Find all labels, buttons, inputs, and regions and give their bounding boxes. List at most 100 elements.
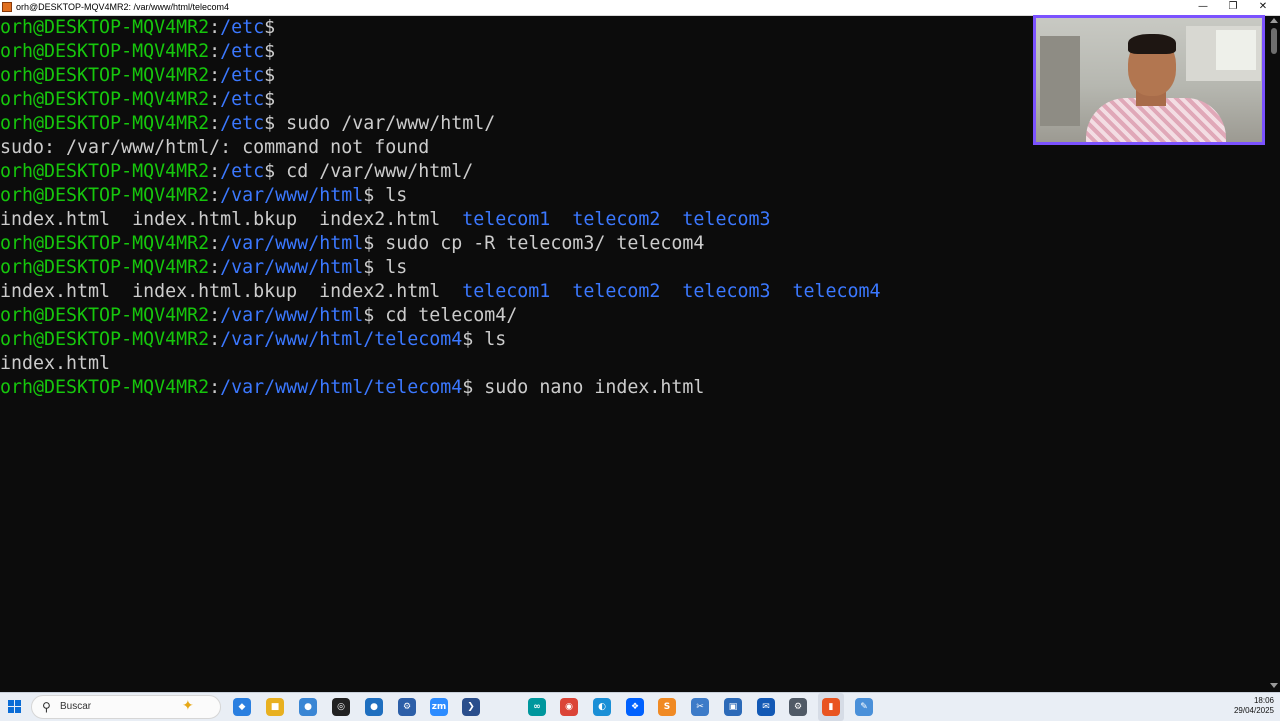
terminal-text: $ ls <box>363 185 408 206</box>
system-clock[interactable]: 18:06 29/04/2025 <box>1226 696 1274 716</box>
terminal-text: index.html index.html.bkup index2.html <box>0 209 463 230</box>
terminal-text: $ cd telecom4/ <box>363 305 518 326</box>
scrollbar-thumb[interactable] <box>1271 28 1277 54</box>
outlook-icon[interactable]: ✉ <box>757 698 775 716</box>
prompt-user-host: orh@DESKTOP-MQV4MR2 <box>0 305 210 326</box>
terminal-text: index.html index.html.bkup index2.html <box>0 281 463 302</box>
scroll-down-icon[interactable] <box>1270 683 1278 688</box>
taskbar-search[interactable]: ⚲ Buscar ✦ <box>31 695 221 719</box>
path-text: /var/www/html <box>220 257 364 278</box>
path-text: telecom3 <box>682 281 771 302</box>
webcam-overlay <box>1033 15 1265 145</box>
terminal-text: sudo: /var/www/html/: command not found <box>0 137 430 158</box>
path-text: /etc <box>220 113 265 134</box>
sublime-text-icon[interactable]: S <box>658 698 676 716</box>
path-text: /etc <box>220 65 265 86</box>
path-text: telecom3 <box>682 209 771 230</box>
terminal-text: $ <box>264 89 276 110</box>
terminal-line: orh@DESKTOP-MQV4MR2:/var/www/html$ ls <box>0 184 407 208</box>
path-text: telecom2 <box>572 281 661 302</box>
prompt-user-host: orh@DESKTOP-MQV4MR2 <box>0 41 210 62</box>
terminal-text: : <box>209 89 221 110</box>
prompt-user-host: orh@DESKTOP-MQV4MR2 <box>0 185 210 206</box>
terminal-line: orh@DESKTOP-MQV4MR2:/var/www/html$ ls <box>0 256 407 280</box>
prompt-user-host: orh@DESKTOP-MQV4MR2 <box>0 17 210 38</box>
prompt-user-host: orh@DESKTOP-MQV4MR2 <box>0 377 210 398</box>
terminal-scrollbar[interactable] <box>1268 16 1280 691</box>
snipping-tool-icon[interactable]: ✂ <box>691 698 709 716</box>
windows-start-icon[interactable] <box>8 700 22 714</box>
search-placeholder: Buscar <box>60 701 92 712</box>
vm-icon[interactable]: ▣ <box>724 698 742 716</box>
path-text: telecom1 <box>462 281 551 302</box>
prompt-user-host: orh@DESKTOP-MQV4MR2 <box>0 329 210 350</box>
terminal-text: $ <box>264 65 276 86</box>
background-window <box>1216 30 1256 70</box>
path-text: telecom1 <box>462 209 551 230</box>
terminal-text: $ sudo /var/www/html/ <box>264 113 496 134</box>
presenter-hair <box>1128 34 1176 54</box>
path-text: /etc <box>220 161 265 182</box>
terminal-line: orh@DESKTOP-MQV4MR2:/var/www/html$ cd te… <box>0 304 517 328</box>
minimize-button[interactable]: — <box>1188 0 1218 15</box>
prompt-user-host: orh@DESKTOP-MQV4MR2 <box>0 65 210 86</box>
terminal-line: orh@DESKTOP-MQV4MR2:/etc$ <box>0 16 275 40</box>
prompt-user-host: orh@DESKTOP-MQV4MR2 <box>0 233 210 254</box>
terminal-line: orh@DESKTOP-MQV4MR2:/etc$ <box>0 40 275 64</box>
terminal-text: $ <box>264 41 276 62</box>
copilot-icon[interactable]: ◆ <box>233 698 251 716</box>
terminal-text: : <box>209 305 221 326</box>
arduino-icon[interactable]: ∞ <box>528 698 546 716</box>
path-text: telecom4 <box>792 281 881 302</box>
terminal-line: index.html <box>0 352 110 376</box>
path-text: /var/www/html/telecom4 <box>220 377 463 398</box>
prompt-user-host: orh@DESKTOP-MQV4MR2 <box>0 113 210 134</box>
clock-time: 18:06 <box>1253 696 1274 705</box>
terminal-line: orh@DESKTOP-MQV4MR2:/etc$ <box>0 88 275 112</box>
notepad-icon[interactable]: ✎ <box>855 698 873 716</box>
terminal-text: index.html <box>0 353 111 374</box>
file-explorer-icon[interactable]: ■ <box>266 698 284 716</box>
terminal-text: $ ls <box>462 329 507 350</box>
window-title: orh@DESKTOP-MQV4MR2: /var/www/html/telec… <box>16 2 230 12</box>
terminal-line: sudo: /var/www/html/: command not found <box>0 136 429 160</box>
path-text: /var/www/html/telecom4 <box>220 329 463 350</box>
network-icon[interactable]: ● <box>365 698 383 716</box>
ubuntu-terminal-icon[interactable]: ▮ <box>822 698 840 716</box>
settings-icon[interactable]: ⚙ <box>789 698 807 716</box>
terminal-line: orh@DESKTOP-MQV4MR2:/etc$ <box>0 64 275 88</box>
tools-icon[interactable]: ⚙ <box>398 698 416 716</box>
close-button[interactable]: ✕ <box>1248 0 1278 15</box>
prompt-user-host: orh@DESKTOP-MQV4MR2 <box>0 257 210 278</box>
search-icon: ⚲ <box>42 700 51 714</box>
terminal-text: : <box>209 17 221 38</box>
path-text: /etc <box>220 17 265 38</box>
zoom-icon[interactable]: zm <box>430 698 448 716</box>
maximize-button[interactable]: ❐ <box>1218 0 1248 15</box>
path-text: /var/www/html <box>220 305 364 326</box>
terminal-text: $ cd /var/www/html/ <box>264 161 474 182</box>
terminal-text: : <box>209 41 221 62</box>
paint-icon[interactable]: ● <box>299 698 317 716</box>
scroll-up-icon[interactable] <box>1270 18 1278 23</box>
terminal-text: : <box>209 377 221 398</box>
terminal-text: $ ls <box>363 257 408 278</box>
chrome-icon[interactable]: ◉ <box>560 698 578 716</box>
terminal-line: index.html index.html.bkup index2.html t… <box>0 208 770 232</box>
dropbox-icon[interactable]: ❖ <box>626 698 644 716</box>
taskbar: ⚲ Buscar ✦ ◆ ■ ● ◎ ● ⚙ zm ❯ ∞ ◉ ◐ ❖ S ✂ ▣ ✉ ⚙ ▮ ✎ 18:06 29… <box>0 692 1280 721</box>
terminal-text: : <box>209 185 221 206</box>
path-text: telecom2 <box>572 209 661 230</box>
prompt-user-host: orh@DESKTOP-MQV4MR2 <box>0 161 210 182</box>
edge-icon[interactable]: ◐ <box>593 698 611 716</box>
powershell-icon[interactable]: ❯ <box>462 698 480 716</box>
chatgpt-icon[interactable]: ◎ <box>332 698 350 716</box>
sparkle-icon: ✦ <box>182 698 194 714</box>
path-text: /var/www/html <box>220 185 364 206</box>
terminal-line: orh@DESKTOP-MQV4MR2:/etc$ cd /var/www/ht… <box>0 160 473 184</box>
path-text: /etc <box>220 89 265 110</box>
window-title-bar[interactable]: orh@DESKTOP-MQV4MR2: /var/www/html/telec… <box>0 0 1280 16</box>
